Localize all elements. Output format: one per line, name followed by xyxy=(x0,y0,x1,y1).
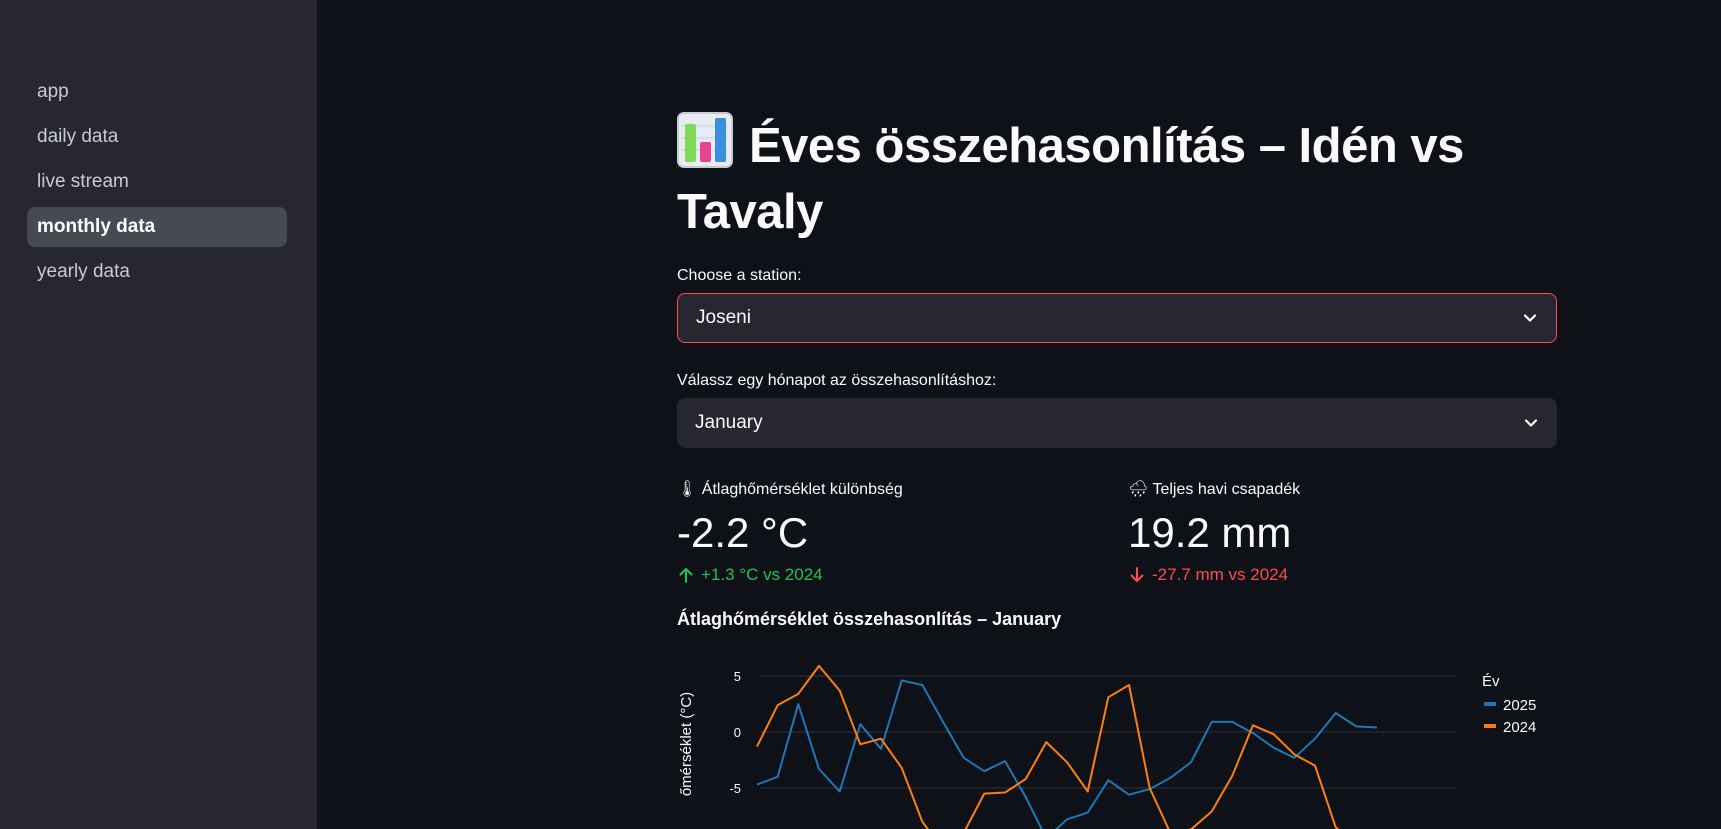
legend-title: Év xyxy=(1482,673,1500,690)
arrow-up-icon xyxy=(679,568,693,583)
chart-series xyxy=(756,664,1378,829)
sidebar-item-yearly-data[interactable]: yearly data xyxy=(27,252,287,292)
bar-chart-icon xyxy=(677,112,733,168)
sidebar: app daily data live stream monthly data … xyxy=(0,0,317,829)
month-select[interactable]: January xyxy=(677,398,1557,448)
rain-cloud-icon: 🌧 xyxy=(1128,481,1149,498)
temp-metric: 🌡 Átlaghőmérséklet különbség -2.2 °C +1.… xyxy=(677,479,1097,585)
month-select-value: January xyxy=(695,412,763,433)
temp-metric-value: -2.2 °C xyxy=(677,509,809,556)
chart-title: Átlaghőmérséklet összehasonlítás – Janua… xyxy=(677,609,1062,629)
precip-metric: 🌧 Teljes havi csapadék 19.2 mm -27.7 mm … xyxy=(1128,479,1548,585)
y-tick-label: -5 xyxy=(729,781,741,796)
station-field: Choose a station: Joseni xyxy=(677,267,1557,343)
chart-gridlines xyxy=(760,675,1457,789)
y-axis-label: őmérséklet (°C) xyxy=(678,692,695,796)
sidebar-nav: app daily data live stream monthly data … xyxy=(27,72,287,297)
y-tick-label: 0 xyxy=(734,725,741,740)
month-label: Válassz egy hónapot az összehasonlításho… xyxy=(677,372,997,389)
page-title-line1: Éves összehasonlítás – Idén vs xyxy=(749,119,1464,173)
series-line-2024 xyxy=(756,664,1340,829)
station-label: Choose a station: xyxy=(677,267,802,284)
main-area: Éves összehasonlítás – Idén vs Tavaly Ch… xyxy=(317,0,1721,829)
station-select-value: Joseni xyxy=(696,307,751,328)
precip-metric-value: 19.2 mm xyxy=(1128,509,1292,556)
legend-swatch-2024 xyxy=(1484,724,1496,728)
y-tick-label: 5 xyxy=(734,669,741,684)
sidebar-item-daily-data[interactable]: daily data xyxy=(27,117,287,157)
sidebar-item-live-stream[interactable]: live stream xyxy=(27,162,287,202)
sidebar-item-monthly-data[interactable]: monthly data xyxy=(27,207,287,247)
series-line-2025 xyxy=(756,679,1378,829)
arrow-down-icon xyxy=(1130,567,1144,582)
legend-swatch-2025 xyxy=(1484,702,1496,706)
precip-metric-label: 🌧 Teljes havi csapadék xyxy=(1128,481,1301,498)
station-select[interactable]: Joseni xyxy=(677,293,1557,343)
chevron-down-icon xyxy=(1524,419,1538,427)
chart-legend[interactable]: Év 2025 2024 xyxy=(1482,673,1536,736)
temperature-line-chart: őmérséklet (°C) 5 0 -5 Év 2025 2024 xyxy=(678,664,1536,829)
temp-metric-delta: +1.3 °C vs 2024 xyxy=(677,565,1097,585)
page-title-line2: Tavaly xyxy=(677,185,823,239)
legend-label-2024[interactable]: 2024 xyxy=(1503,719,1536,736)
legend-label-2025[interactable]: 2025 xyxy=(1503,697,1536,714)
main-content: Éves összehasonlítás – Idén vs Tavaly Ch… xyxy=(677,112,1557,629)
temp-metric-label: 🌡 Átlaghőmérséklet különbség xyxy=(677,481,903,498)
sidebar-item-app[interactable]: app xyxy=(27,72,287,112)
precip-metric-delta: -27.7 mm vs 2024 xyxy=(1128,565,1548,585)
month-field: Válassz egy hónapot az összehasonlításho… xyxy=(677,372,1557,448)
y-axis-ticks: 5 0 -5 xyxy=(729,669,741,796)
chevron-down-icon xyxy=(1523,314,1537,322)
page-title: Éves összehasonlítás – Idén vs Tavaly xyxy=(677,112,1557,245)
thermometer-icon: 🌡 xyxy=(677,481,698,498)
